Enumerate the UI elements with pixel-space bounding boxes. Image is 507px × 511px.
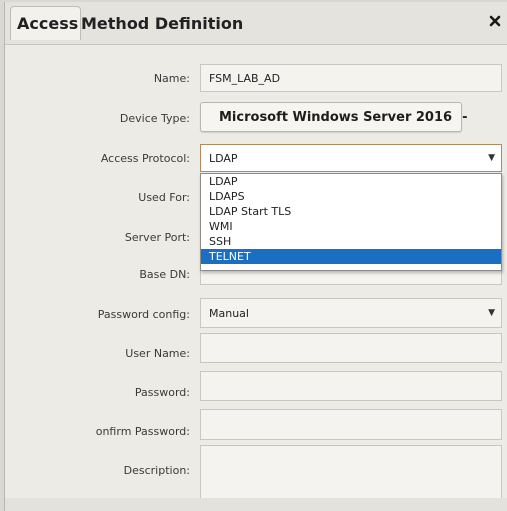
screen: Access Method Definition Name: FSM_LAB_A… bbox=[0, 0, 507, 511]
user-name-input[interactable] bbox=[200, 333, 502, 363]
title-tab[interactable]: Access bbox=[10, 6, 82, 40]
dialog-titlebar: Access Method Definition bbox=[5, 2, 507, 45]
description-textarea[interactable] bbox=[200, 445, 502, 499]
dropdown-option-telnet[interactable]: TELNET bbox=[201, 249, 501, 264]
device-type-button[interactable]: Microsoft Windows Server 2016 - bbox=[200, 102, 467, 132]
password-config-value: Manual bbox=[209, 306, 249, 320]
used-for-label: Used For: bbox=[138, 191, 190, 204]
device-type-label: Device Type: bbox=[119, 112, 190, 125]
dropdown-option-wmi[interactable]: WMI bbox=[201, 219, 501, 234]
password-config-arrow-icon: ▼ bbox=[488, 308, 495, 318]
server-port-label: Server Port: bbox=[124, 231, 190, 244]
dropdown-option-ldaps[interactable]: LDAPS bbox=[201, 189, 501, 204]
password-label: Password: bbox=[134, 386, 190, 399]
access-protocol-dropdown: LDAP LDAPS LDAP Start TLS WMI SSH TELNET bbox=[200, 173, 502, 271]
device-type-caret-icon: - bbox=[462, 109, 468, 125]
password-config-label: Password config: bbox=[97, 308, 190, 321]
access-protocol-select[interactable]: LDAP ▼ bbox=[200, 144, 502, 172]
confirm-password-label: onfirm Password: bbox=[95, 425, 190, 438]
dropdown-option-ssh[interactable]: SSH bbox=[201, 234, 501, 249]
password-input[interactable] bbox=[200, 371, 502, 401]
name-input[interactable]: FSM_LAB_AD bbox=[200, 64, 502, 92]
base-dn-label: Base DN: bbox=[139, 268, 190, 281]
title-tab-label: Access bbox=[17, 14, 79, 33]
access-method-definition-dialog: Access Method Definition Name: FSM_LAB_A… bbox=[4, 2, 507, 511]
password-config-select[interactable]: Manual ▼ bbox=[200, 298, 502, 328]
dialog-bottom-edge bbox=[5, 498, 507, 511]
description-label: Description: bbox=[123, 464, 190, 477]
access-protocol-arrow-icon: ▼ bbox=[488, 153, 495, 163]
device-type-value: Microsoft Windows Server 2016 bbox=[219, 109, 453, 125]
close-icon[interactable] bbox=[488, 14, 502, 28]
access-protocol-value: LDAP bbox=[209, 151, 238, 165]
confirm-password-input[interactable] bbox=[200, 409, 502, 440]
dialog-title: Method Definition bbox=[81, 13, 244, 33]
access-protocol-label: Access Protocol: bbox=[100, 152, 190, 165]
dropdown-option-ldap-start-tls[interactable]: LDAP Start TLS bbox=[201, 204, 501, 219]
user-name-label: User Name: bbox=[125, 347, 190, 360]
dropdown-option-ldap[interactable]: LDAP bbox=[201, 174, 501, 189]
name-label: Name: bbox=[153, 72, 190, 85]
name-value: FSM_LAB_AD bbox=[209, 71, 281, 85]
